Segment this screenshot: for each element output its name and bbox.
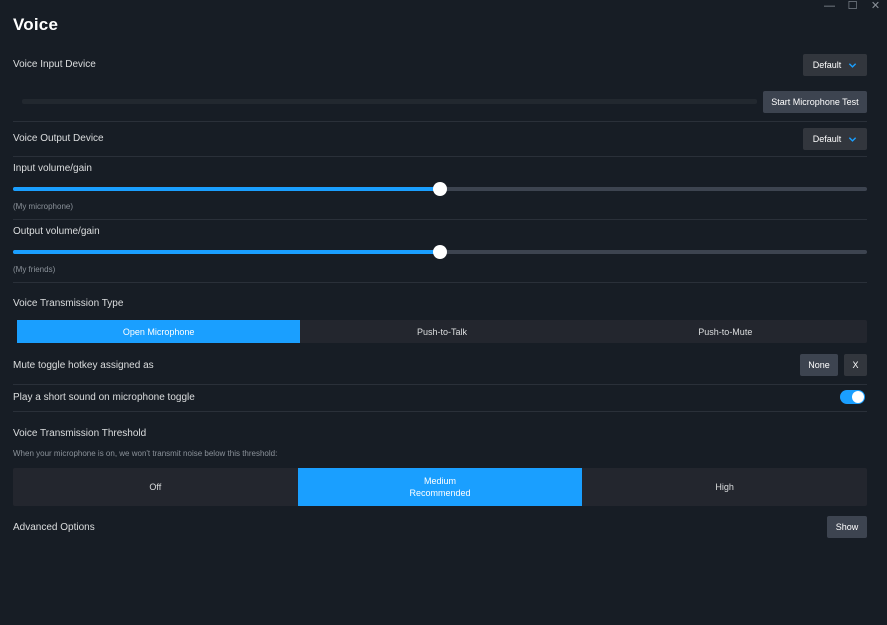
advanced-options-label: Advanced Options <box>13 522 95 533</box>
voice-output-dropdown[interactable]: Default <box>803 128 867 150</box>
slider-fill <box>13 250 440 254</box>
chevron-down-icon <box>849 62 857 68</box>
divider <box>13 156 867 157</box>
slider-thumb[interactable] <box>433 245 447 259</box>
minimize-icon[interactable]: — <box>818 0 841 12</box>
input-volume-slider[interactable] <box>13 182 867 196</box>
output-volume-label: Output volume/gain <box>13 226 100 237</box>
divider <box>13 384 867 385</box>
transmission-type-label: Voice Transmission Type <box>13 298 124 309</box>
close-icon[interactable]: ✕ <box>864 0 887 12</box>
toggle-knob <box>852 391 864 403</box>
voice-input-label: Voice Input Device <box>13 59 96 70</box>
input-volume-label: Input volume/gain <box>13 163 92 174</box>
chevron-down-icon <box>849 136 857 142</box>
threshold-selector: Off Medium Recommended High <box>13 468 867 506</box>
divider <box>13 411 867 412</box>
output-volume-sublabel: (My friends) <box>13 265 56 274</box>
divider <box>13 121 867 122</box>
mute-hotkey-value-button[interactable]: None <box>800 354 838 376</box>
page-title: Voice <box>13 15 59 34</box>
transmission-option-push-to-talk[interactable]: Push-to-Talk <box>300 320 583 343</box>
toggle-sound-label: Play a short sound on microphone toggle <box>13 392 195 403</box>
voice-output-label: Voice Output Device <box>13 133 104 144</box>
output-volume-slider[interactable] <box>13 245 867 259</box>
transmission-type-selector: Open Microphone Push-to-Talk Push-to-Mut… <box>17 320 867 343</box>
threshold-option-high[interactable]: High <box>582 468 867 506</box>
window-controls: — ☐ ✕ <box>818 0 887 12</box>
toggle-sound-switch[interactable] <box>840 390 865 404</box>
divider <box>13 219 867 220</box>
transmission-option-open-microphone[interactable]: Open Microphone <box>17 320 301 343</box>
threshold-label: Voice Transmission Threshold <box>13 428 147 439</box>
threshold-option-medium[interactable]: Medium Recommended <box>297 468 583 506</box>
clear-hotkey-button[interactable]: X <box>844 354 867 376</box>
start-microphone-test-button[interactable]: Start Microphone Test <box>763 91 867 113</box>
threshold-description: When your microphone is on, we won't tra… <box>13 449 278 458</box>
voice-output-value: Default <box>812 134 842 144</box>
threshold-option-off[interactable]: Off <box>13 468 298 506</box>
voice-input-value: Default <box>812 60 842 70</box>
slider-fill <box>13 187 440 191</box>
transmission-option-push-to-mute[interactable]: Push-to-Mute <box>584 320 867 343</box>
show-advanced-button[interactable]: Show <box>827 516 867 538</box>
voice-input-dropdown[interactable]: Default <box>803 54 867 76</box>
divider <box>13 282 867 283</box>
mute-hotkey-label: Mute toggle hotkey assigned as <box>13 360 154 371</box>
maximize-icon[interactable]: ☐ <box>841 0 864 12</box>
input-volume-sublabel: (My microphone) <box>13 202 74 211</box>
slider-thumb[interactable] <box>433 182 447 196</box>
microphone-level-meter <box>22 99 757 104</box>
